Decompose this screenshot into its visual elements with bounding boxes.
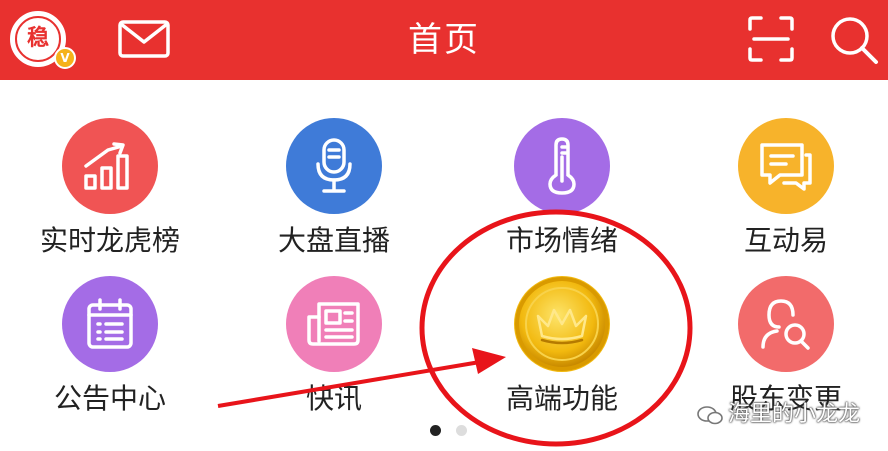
grid-item-label: 实时龙虎榜: [39, 224, 180, 257]
grid-item-interactive-qa[interactable]: 互动易: [686, 118, 886, 268]
search-icon[interactable]: [828, 14, 880, 66]
grid-item-label: 市场情绪: [505, 224, 618, 257]
gold-crown-coin-icon: [514, 276, 610, 372]
page-dot[interactable]: [456, 425, 467, 436]
grid-item-market-sentiment[interactable]: 市场情绪: [462, 118, 662, 268]
grid-item-premium-features[interactable]: 高端功能: [462, 276, 662, 426]
thermometer-icon: [514, 118, 610, 214]
chat-bubble-icon: [738, 118, 834, 214]
grid-item-label: 大盘直播: [277, 224, 390, 257]
grid-item-market-live[interactable]: 大盘直播: [234, 118, 434, 268]
grid-item-label: 高端功能: [505, 382, 618, 415]
calendar-list-icon: [62, 276, 158, 372]
watermark-text: 海里的小龙龙: [728, 402, 861, 427]
microphone-icon: [286, 118, 382, 214]
wechat-icon: [697, 406, 723, 425]
page-dot-active[interactable]: [430, 425, 441, 436]
grid-item-label: 公告中心: [53, 382, 166, 415]
grid-item-dragon-tiger-list[interactable]: 实时龙虎榜: [10, 118, 210, 268]
grid-item-label: 快讯: [305, 382, 362, 415]
grid-item-label: 互动易: [743, 224, 828, 257]
scan-icon[interactable]: [748, 16, 794, 62]
user-search-icon: [738, 276, 834, 372]
grid-item-announcement-center[interactable]: 公告中心: [10, 276, 210, 426]
newspaper-icon: [286, 276, 382, 372]
grid-item-flash-news[interactable]: 快讯: [234, 276, 434, 426]
top-bar: 稳 V 首页: [0, 0, 888, 80]
bar-chart-up-icon: [62, 118, 158, 214]
